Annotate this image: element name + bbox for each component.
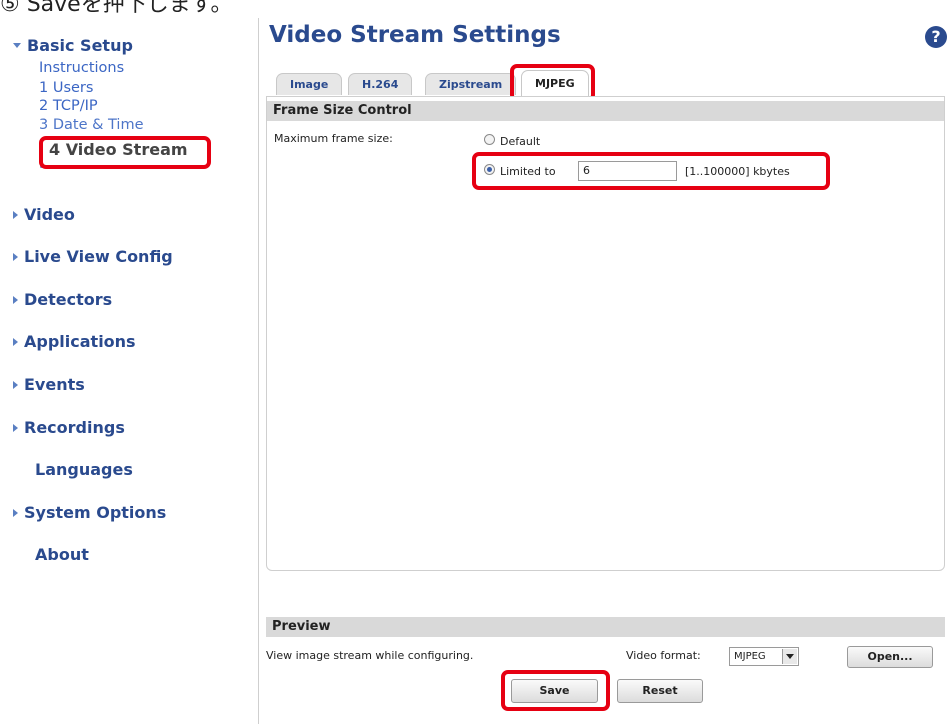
nav-detectors[interactable]: Detectors [13,290,112,309]
instruction-caption: ⑤ Saveを押下します。 [0,0,233,17]
tab-image[interactable]: Image [276,73,343,95]
main-content: Video Stream Settings ? Image H.264 Zips… [259,0,947,724]
video-format-label: Video format: [626,649,701,662]
max-frame-size-label: Maximum frame size: [274,132,393,145]
nav-about[interactable]: About [35,545,89,564]
nav-sub-video-stream[interactable]: 4 Video Stream [49,140,188,159]
nav-system-options-label: System Options [24,503,167,522]
tab-zipstream[interactable]: Zipstream [425,73,517,95]
nav-applications-label: Applications [24,332,136,351]
nav-events-label: Events [24,375,85,394]
radio-default-label: Default [500,135,541,148]
sidebar-nav: Basic Setup Instructions 1 Users 2 TCP/I… [0,18,259,724]
radio-limited-to[interactable] [484,164,495,175]
reset-button[interactable]: Reset [617,679,703,703]
caret-right-icon [13,252,18,261]
limited-range-hint: [1..100000] kbytes [685,165,790,178]
nav-applications[interactable]: Applications [13,332,136,351]
video-format-value: MJPEG [734,651,766,662]
nav-sub-tcpip[interactable]: 2 TCP/IP [39,98,98,114]
nav-languages[interactable]: Languages [35,460,133,479]
caret-right-icon [13,380,18,389]
page-title: Video Stream Settings [269,22,561,48]
nav-system-options[interactable]: System Options [13,503,166,522]
nav-live-view-config[interactable]: Live View Config [13,247,173,266]
nav-languages-label: Languages [35,460,133,479]
nav-basic-setup[interactable]: Basic Setup [13,36,133,55]
nav-sub-users[interactable]: 1 Users [39,80,93,96]
caret-right-icon [13,508,18,517]
caret-right-icon [13,295,18,304]
nav-sub-instructions[interactable]: Instructions [39,60,124,76]
preview-header: Preview [266,617,945,637]
caret-right-icon [13,210,18,219]
limited-to-input[interactable]: 6 [578,161,677,181]
nav-events[interactable]: Events [13,375,85,394]
caret-down-icon [13,43,21,48]
caret-right-icon [13,337,18,346]
preview-section: Preview View image stream while configur… [266,617,945,668]
mjpeg-settings-panel: Frame Size Control Maximum frame size: D… [266,96,945,571]
tab-h264[interactable]: H.264 [348,73,413,95]
nav-recordings-label: Recordings [24,418,125,437]
nav-detectors-label: Detectors [24,290,113,309]
preview-description: View image stream while configuring. [266,649,474,662]
nav-basic-setup-label: Basic Setup [27,36,133,55]
nav-video-label: Video [24,205,75,224]
nav-sub-date-time[interactable]: 3 Date & Time [39,117,144,133]
nav-about-label: About [35,545,89,564]
radio-default[interactable] [484,134,495,145]
frame-size-control-header: Frame Size Control [267,101,944,121]
nav-video[interactable]: Video [13,205,75,224]
help-icon[interactable]: ? [925,26,947,48]
dropdown-arrow-icon [782,649,797,664]
open-button[interactable]: Open... [847,646,933,668]
caret-right-icon [13,423,18,432]
nav-live-view-config-label: Live View Config [24,247,173,266]
video-format-select[interactable]: MJPEG [729,647,799,666]
save-button[interactable]: Save [511,679,598,703]
radio-limited-to-label: Limited to [500,165,556,178]
nav-recordings[interactable]: Recordings [13,418,125,437]
